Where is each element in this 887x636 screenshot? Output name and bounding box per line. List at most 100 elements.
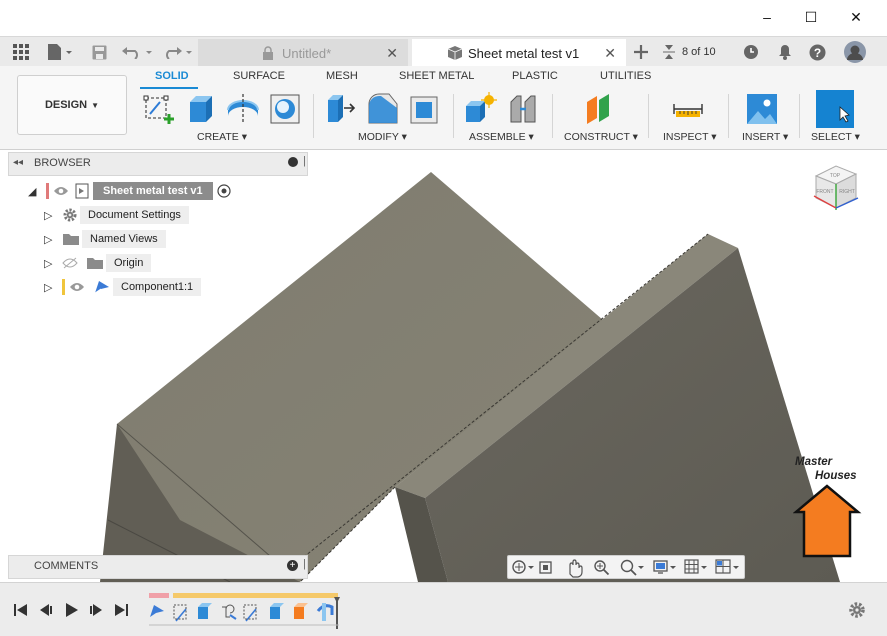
press-pull-button[interactable] — [324, 92, 358, 126]
user-profile-button[interactable] — [842, 41, 868, 63]
new-tab-button[interactable] — [628, 41, 654, 63]
tab-mesh[interactable]: MESH — [326, 70, 358, 82]
browser-item-label: Named Views — [82, 230, 166, 248]
toolbar-divider — [648, 94, 649, 138]
job-status[interactable]: 8 of 10 — [662, 41, 724, 63]
fillet-button[interactable] — [366, 92, 400, 126]
tab-plastic[interactable]: PLASTIC — [512, 70, 558, 82]
tab-close-icon[interactable]: ✕ — [604, 45, 616, 62]
create-sketch-button[interactable] — [142, 92, 176, 126]
browser-item-named-views[interactable]: ▷ Named Views — [44, 229, 166, 249]
workspace-label: DESIGN — [44, 99, 88, 111]
job-status-text: 8 of 10 — [682, 46, 716, 58]
tab-surface[interactable]: SURFACE — [233, 70, 285, 82]
shell-button[interactable] — [408, 92, 442, 126]
maximize-button[interactable]: ☐ — [796, 6, 826, 28]
joint-button[interactable] — [506, 92, 540, 126]
step-forward-icon[interactable] — [87, 601, 105, 619]
eye-icon[interactable] — [53, 186, 69, 196]
timeline-settings-gear-icon[interactable] — [848, 601, 866, 619]
select-button[interactable] — [816, 90, 854, 128]
maximize-icon: ☐ — [804, 8, 818, 25]
save-icon — [92, 45, 106, 59]
zoom-icon[interactable] — [594, 560, 610, 576]
undo-button[interactable] — [120, 41, 156, 63]
go-to-end-icon[interactable] — [112, 601, 130, 619]
minimize-panel-icon[interactable] — [288, 157, 298, 167]
assemble-group-label[interactable]: ASSEMBLE ▾ — [469, 131, 534, 143]
go-to-start-icon[interactable] — [12, 601, 30, 619]
eye-icon[interactable] — [69, 282, 85, 292]
tab-sheet-metal-test[interactable]: Sheet metal test v1 ✕ — [412, 39, 626, 67]
view-cube[interactable]: TOP FRONT RIGHT — [808, 160, 864, 220]
toolbar-divider — [313, 94, 314, 138]
play-icon[interactable] — [62, 601, 80, 619]
look-at-icon[interactable] — [539, 561, 552, 574]
construct-group-label[interactable]: CONSTRUCT ▾ — [564, 131, 638, 143]
pan-hand-icon[interactable] — [569, 559, 583, 578]
tab-solid[interactable]: SOLID — [155, 70, 189, 82]
browser-item-component1[interactable]: ▷ Component1:1 — [44, 277, 202, 297]
select-group-label[interactable]: SELECT ▾ — [811, 131, 860, 143]
expand-triangle-icon[interactable]: ▷ — [44, 233, 62, 246]
help-button[interactable]: ? — [806, 41, 828, 63]
activate-radio-icon[interactable] — [217, 184, 231, 198]
close-window-button[interactable]: ✕ — [841, 6, 871, 28]
eye-hidden-icon[interactable] — [62, 257, 78, 269]
new-component-button[interactable] — [464, 92, 498, 126]
app-grid-button[interactable] — [10, 41, 32, 63]
workspace-switcher-button[interactable]: DESIGN ▼ — [17, 75, 127, 135]
comments-panel-header[interactable]: COMMENTS + | — [8, 555, 308, 579]
watermark-text-line2: Houses — [815, 470, 857, 482]
insert-image-button[interactable] — [745, 92, 779, 126]
browser-item-document-settings[interactable]: ▷ Document Settings — [44, 205, 189, 225]
extrude-button[interactable] — [184, 92, 218, 126]
browser-item-label: Origin — [106, 254, 152, 272]
file-menu-button[interactable] — [44, 41, 76, 63]
collapse-browser-icon[interactable]: ◂◂ — [13, 157, 23, 168]
history-button[interactable] — [740, 41, 762, 63]
help-icon: ? — [809, 44, 825, 60]
expand-triangle-icon[interactable]: ▷ — [44, 281, 62, 294]
add-comment-icon[interactable]: + — [287, 560, 298, 571]
expand-triangle-icon[interactable]: ▷ — [44, 257, 62, 270]
grid-icon — [13, 44, 29, 60]
orbit-icon[interactable] — [512, 560, 534, 574]
modify-group-label[interactable]: MODIFY ▾ — [358, 131, 407, 143]
tab-untitled[interactable]: Untitled* ✕ — [198, 39, 408, 67]
pin-panel-icon[interactable]: | — [303, 155, 306, 167]
timeline-features[interactable] — [146, 591, 352, 631]
toolbar-divider — [552, 94, 553, 138]
grid-settings-icon[interactable] — [684, 559, 707, 574]
minimize-button[interactable]: – — [752, 6, 782, 28]
offset-plane-button[interactable] — [583, 92, 617, 126]
step-back-icon[interactable] — [37, 601, 55, 619]
construct-plane-icon — [587, 94, 609, 124]
hole-button[interactable] — [268, 92, 302, 126]
create-group-label[interactable]: CREATE ▾ — [197, 131, 247, 143]
collapse-triangle-icon[interactable]: ◢ — [28, 185, 46, 198]
root-color-marker — [46, 183, 49, 199]
active-tab-indicator — [140, 87, 198, 89]
tab-utilities[interactable]: UTILITIES — [600, 70, 651, 82]
tab-sheet-metal[interactable]: SHEET METAL — [399, 70, 474, 82]
measure-button[interactable] — [671, 92, 705, 126]
notifications-button[interactable] — [774, 41, 796, 63]
expand-triangle-icon[interactable]: ▷ — [44, 209, 62, 222]
avatar — [844, 41, 866, 63]
timeline-component-icon — [150, 605, 164, 617]
viewports-icon[interactable] — [715, 559, 739, 574]
insert-group-label[interactable]: INSERT ▾ — [742, 131, 788, 143]
redo-button[interactable] — [160, 41, 196, 63]
browser-root-row[interactable]: ◢ Sheet metal test v1 — [28, 181, 231, 201]
display-settings-icon[interactable] — [653, 560, 676, 574]
inspect-group-label[interactable]: INSPECT ▾ — [663, 131, 717, 143]
save-button[interactable] — [88, 41, 110, 63]
pin-panel-icon[interactable]: | — [303, 558, 306, 570]
folder-icon — [63, 234, 79, 245]
browser-item-origin[interactable]: ▷ Origin — [44, 253, 152, 273]
revolve-button[interactable] — [226, 92, 260, 126]
nav-bar-icons — [512, 559, 739, 578]
tab-close-icon[interactable]: ✕ — [386, 45, 398, 62]
fit-zoom-icon[interactable] — [620, 559, 645, 576]
